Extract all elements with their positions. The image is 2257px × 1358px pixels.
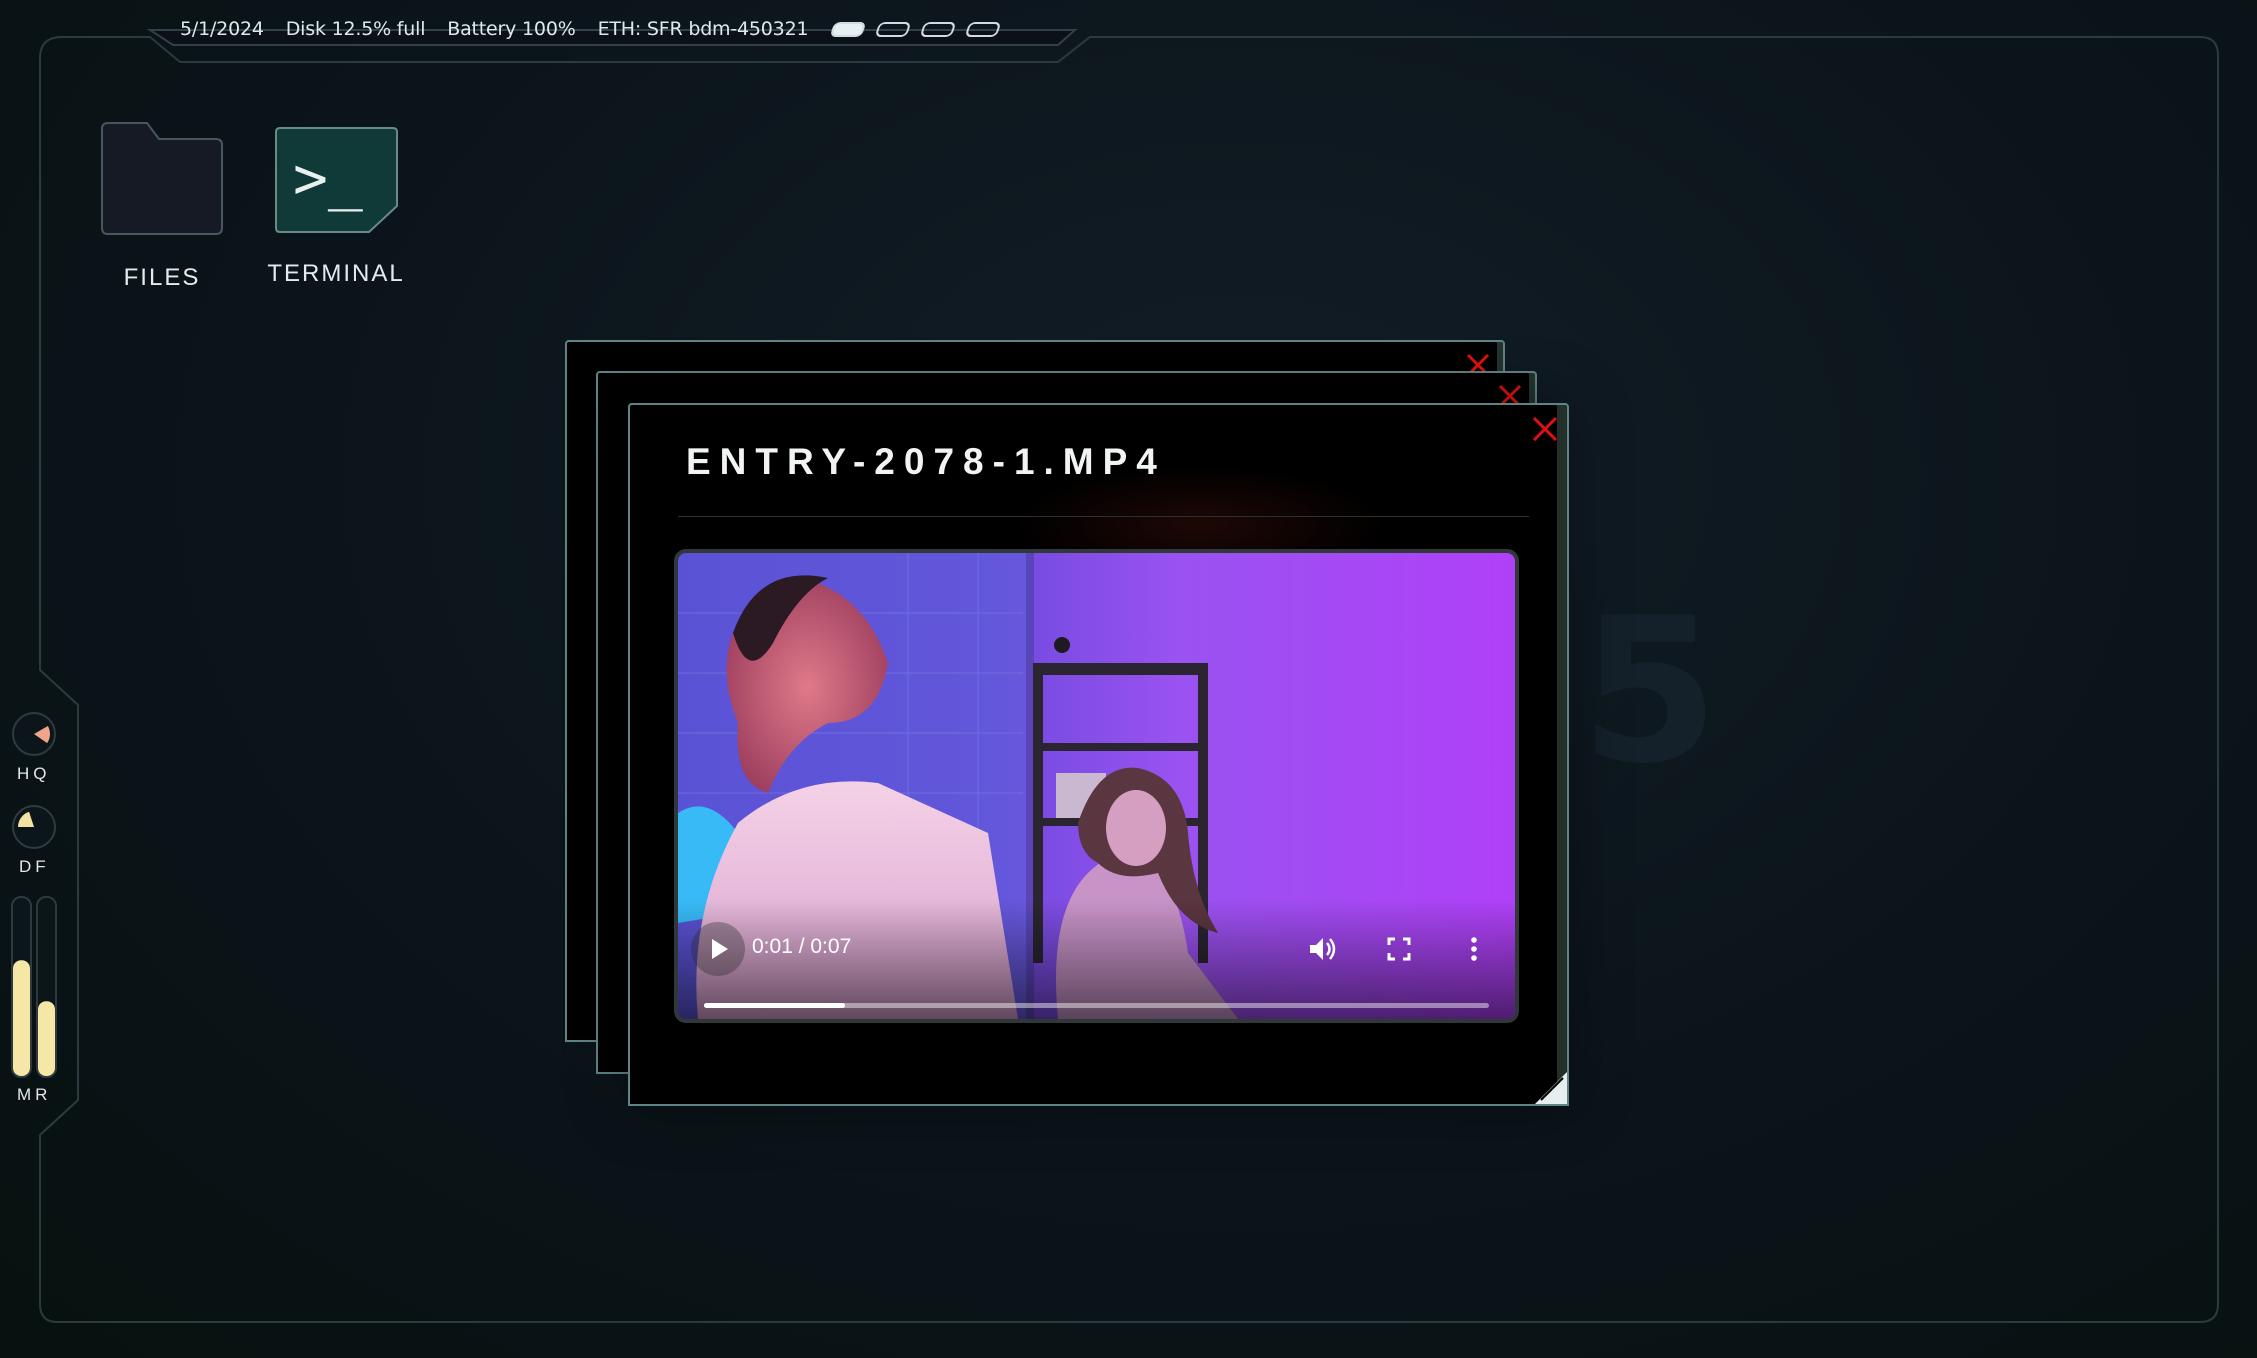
terminal-icon: >_ [275, 127, 398, 233]
status-battery: Battery 100% [447, 18, 576, 40]
workspace-switcher [829, 21, 1012, 37]
files-desktop-icon[interactable]: FILES [98, 120, 226, 292]
workspace-3-pill[interactable] [919, 21, 957, 37]
hq-label: HQ [17, 764, 51, 783]
status-date: 5/1/2024 [180, 18, 264, 40]
mr-level-bar-left [13, 960, 30, 1076]
status-bar: 5/1/2024 Disk 12.5% full Battery 100% ET… [180, 17, 1012, 41]
workspace-2-pill[interactable] [874, 21, 912, 37]
terminal-prompt: >_ [293, 144, 363, 212]
play-button[interactable] [691, 922, 745, 976]
terminal-label: TERMINAL [267, 260, 405, 287]
video-player[interactable]: 0:01 / 0:07 [674, 549, 1519, 1023]
video-player-window[interactable]: ENTRY-2078-1.MP4 0:01 / 0:07 [628, 403, 1569, 1106]
df-gauge-icon [12, 805, 56, 849]
mr-level-meters [11, 896, 57, 1078]
more-options-icon[interactable] [1458, 933, 1490, 965]
seek-progress [704, 1003, 846, 1008]
hq-gauge-icon [12, 712, 56, 756]
workspace-1-pill[interactable] [829, 21, 867, 37]
video-time: 0:01 / 0:07 [752, 935, 852, 958]
df-label: DF [19, 857, 50, 876]
close-icon[interactable] [1531, 415, 1557, 441]
volume-icon[interactable] [1306, 933, 1338, 965]
mr-level-bar-right [38, 1001, 55, 1076]
files-label: FILES [123, 264, 201, 291]
fullscreen-icon[interactable] [1383, 933, 1415, 965]
mr-label: MR [17, 1085, 52, 1104]
folder-icon [101, 122, 223, 235]
status-network: ETH: SFR bdm-450321 [597, 18, 809, 40]
video-controls: 0:01 / 0:07 [678, 899, 1515, 1019]
status-disk: Disk 12.5% full [285, 18, 426, 40]
resize-handle-icon[interactable] [1533, 1070, 1569, 1106]
terminal-desktop-icon[interactable]: >_ TERMINAL [267, 126, 405, 288]
title-divider [678, 516, 1529, 517]
workspace-4-pill[interactable] [964, 21, 1002, 37]
window-title: ENTRY-2078-1.MP4 [686, 441, 1166, 482]
svg-text:5: 5 [1580, 575, 1719, 808]
seek-bar[interactable] [704, 1003, 1489, 1008]
play-icon [712, 939, 728, 959]
